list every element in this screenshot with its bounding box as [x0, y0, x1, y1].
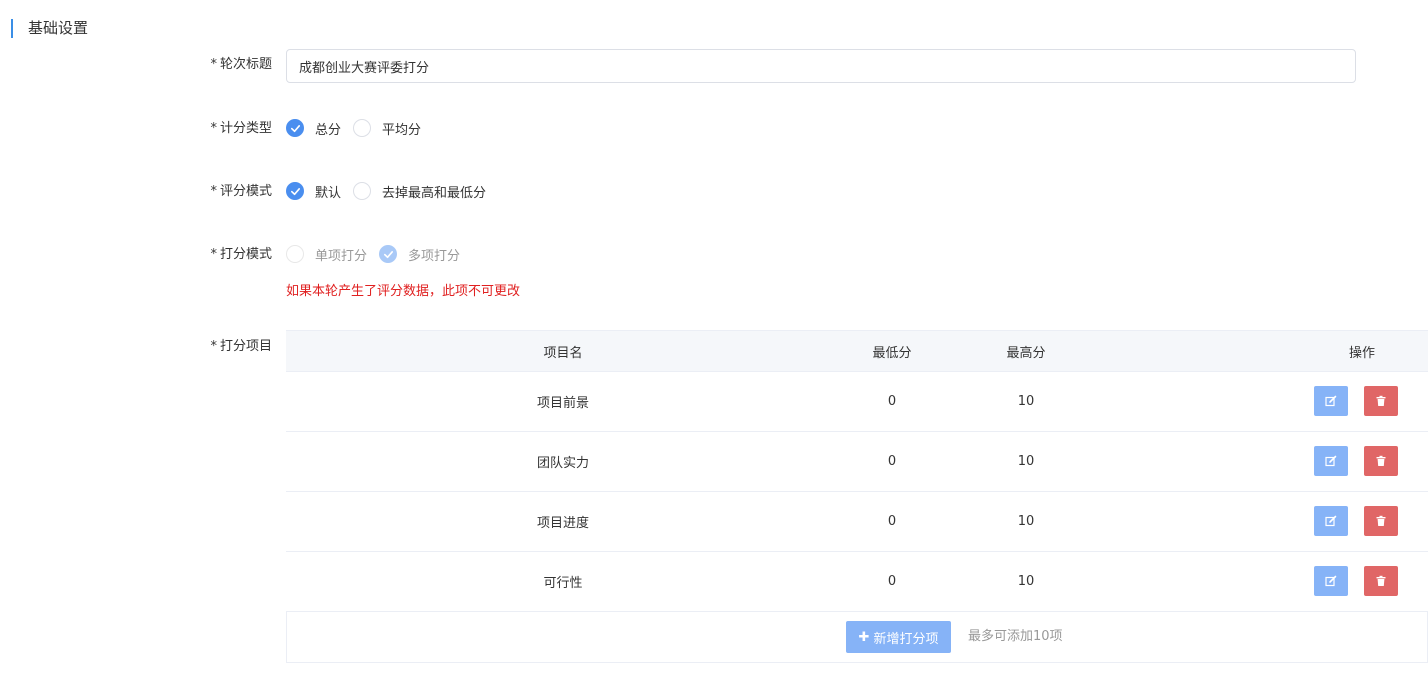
item-max: 10: [1017, 574, 1035, 589]
trash-icon: [1376, 455, 1386, 466]
radio-checked-icon: [379, 245, 398, 263]
radio-unchecked-icon: [353, 119, 372, 137]
item-max: 10: [1017, 514, 1035, 529]
plus-icon: ✚: [858, 629, 870, 645]
edit-icon: [1325, 395, 1337, 407]
edit-button[interactable]: [1314, 446, 1348, 476]
edit-button[interactable]: [1314, 566, 1348, 596]
radio-unchecked-icon: [286, 245, 304, 263]
table-row: 团队实力 0 10: [286, 432, 1428, 492]
header-min: 最低分: [872, 345, 912, 361]
trash-icon: [1376, 395, 1386, 406]
table-row: 可行性 0 10: [286, 552, 1428, 612]
item-min: 0: [887, 514, 897, 529]
edit-button[interactable]: [1314, 386, 1348, 416]
scoring-mode-label: * 打分模式: [210, 247, 272, 262]
table-header: 项目名 最低分 最高分 操作: [286, 330, 1428, 372]
score-type-radio-group: 总分 平均分: [286, 118, 433, 138]
header-max: 最高分: [1006, 345, 1046, 361]
score-type-option-total[interactable]: 总分: [286, 119, 341, 138]
header-operation: 操作: [1348, 345, 1375, 361]
item-name: 可行性: [543, 576, 583, 591]
item-max: 10: [1017, 394, 1035, 409]
table-row: 项目前景 0 10: [286, 372, 1428, 432]
edit-button[interactable]: [1314, 506, 1348, 536]
item-min: 0: [887, 394, 897, 409]
review-mode-option-default[interactable]: 默认: [286, 182, 341, 201]
delete-button[interactable]: [1364, 446, 1398, 476]
item-min: 0: [887, 574, 897, 589]
review-mode-label: * 评分模式: [210, 184, 272, 199]
delete-button[interactable]: [1364, 566, 1398, 596]
radio-checked-icon: [286, 119, 304, 137]
section-accent-bar: [11, 19, 13, 38]
scoring-mode-option-multi: 多项打分: [379, 245, 460, 264]
edit-icon: [1325, 515, 1337, 527]
radio-unchecked-icon: [353, 182, 372, 200]
item-name: 项目前景: [536, 396, 589, 411]
review-mode-radio-group: 默认 去掉最高和最低分: [286, 181, 498, 201]
add-scoring-item-button[interactable]: ✚ 新增打分项: [846, 621, 951, 653]
add-item-footer: ✚ 新增打分项 最多可添加10项: [286, 611, 1428, 663]
scoring-mode-option-single: 单项打分: [286, 245, 367, 264]
radio-checked-icon: [286, 182, 304, 200]
score-type-option-average[interactable]: 平均分: [353, 119, 421, 138]
round-title-label: * 轮次标题: [210, 57, 272, 72]
scoring-mode-warning: 如果本轮产生了评分数据，此项不可更改: [286, 284, 521, 299]
round-title-input[interactable]: [286, 49, 1356, 83]
score-type-label: * 计分类型: [210, 121, 272, 136]
section-title: 基础设置: [28, 19, 89, 37]
add-item-hint: 最多可添加10项: [968, 629, 1063, 644]
item-name: 项目进度: [536, 516, 589, 531]
edit-icon: [1325, 455, 1337, 467]
header-name: 项目名: [543, 345, 583, 361]
item-min: 0: [887, 454, 897, 469]
trash-icon: [1376, 575, 1386, 586]
item-name: 团队实力: [536, 456, 589, 471]
edit-icon: [1325, 575, 1337, 587]
item-max: 10: [1017, 454, 1035, 469]
delete-button[interactable]: [1364, 506, 1398, 536]
scoring-items-table: 项目名 最低分 最高分 操作 项目前景 0 10 团队实力 0 10 项目进度 …: [286, 330, 1428, 612]
trash-icon: [1376, 515, 1386, 526]
scoring-items-label: * 打分项目: [210, 339, 272, 354]
delete-button[interactable]: [1364, 386, 1398, 416]
table-row: 项目进度 0 10: [286, 492, 1428, 552]
scoring-mode-radio-group: 单项打分 多项打分: [286, 244, 472, 264]
review-mode-option-drop-extremes[interactable]: 去掉最高和最低分: [353, 182, 486, 201]
